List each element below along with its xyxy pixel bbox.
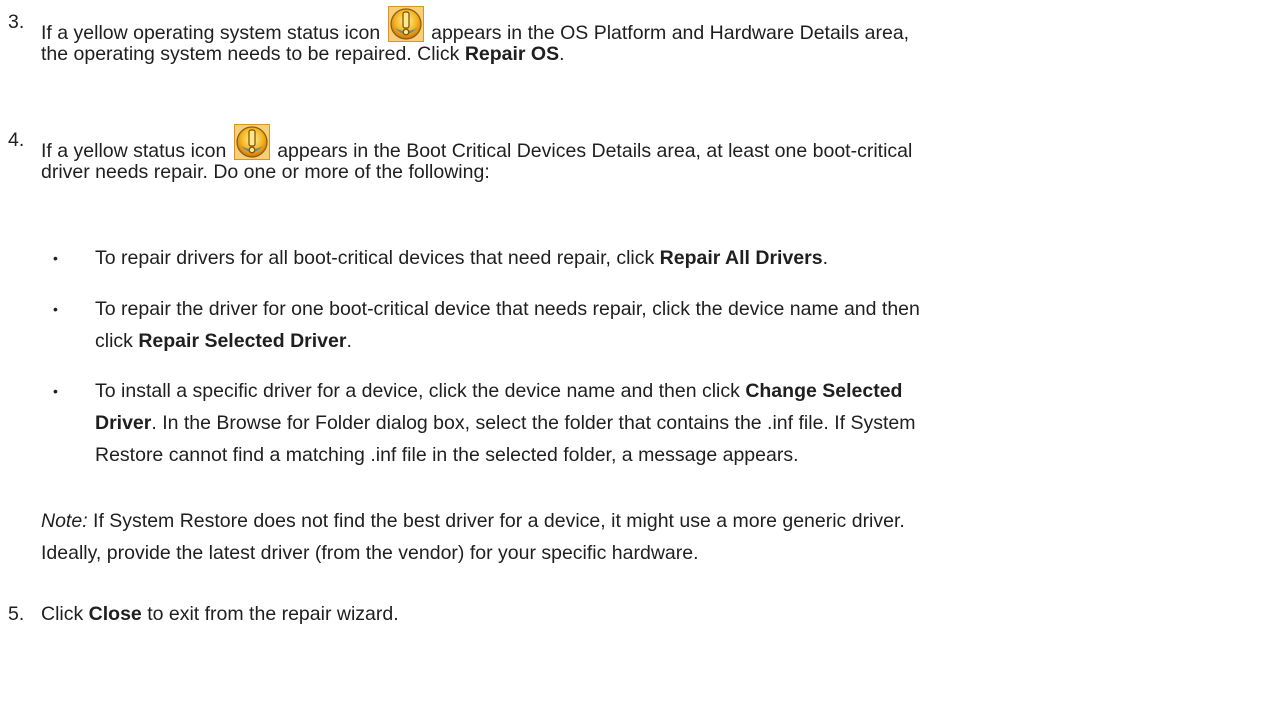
yellow-warning-status-icon — [387, 6, 424, 42]
step-4-line-1: If a yellow status icon appears in the B… — [41, 124, 1269, 162]
yellow-warning-status-icon — [233, 124, 270, 160]
change-selected-label: Change Selected — [745, 380, 903, 402]
repair-os-label: Repair OS — [464, 43, 560, 65]
document-page: 3. If a yellow operating system status i… — [0, 0, 1279, 711]
driver-label: Driver — [95, 412, 152, 434]
step-number: 3. — [8, 11, 25, 33]
bullet-icon: • — [53, 301, 58, 317]
step-3-line-1: If a yellow operating system status icon — [41, 6, 1269, 44]
repair-selected-driver-label: Repair Selected Driver — [138, 330, 347, 352]
repair-all-drivers-label: Repair All Drivers — [659, 247, 823, 269]
note-label: Note: — [41, 510, 88, 532]
step-4-text: If a yellow status icon appears in the B… — [41, 124, 1269, 188]
close-label: Close — [88, 603, 142, 625]
bullet-icon: • — [53, 250, 58, 266]
step-number: 4. — [8, 129, 25, 151]
note: Note: If System Restore does not find th… — [41, 510, 905, 564]
bullet-icon: • — [53, 383, 58, 399]
step-3-text: If a yellow operating system status icon — [41, 6, 1269, 70]
step-number: 5. — [8, 603, 25, 625]
